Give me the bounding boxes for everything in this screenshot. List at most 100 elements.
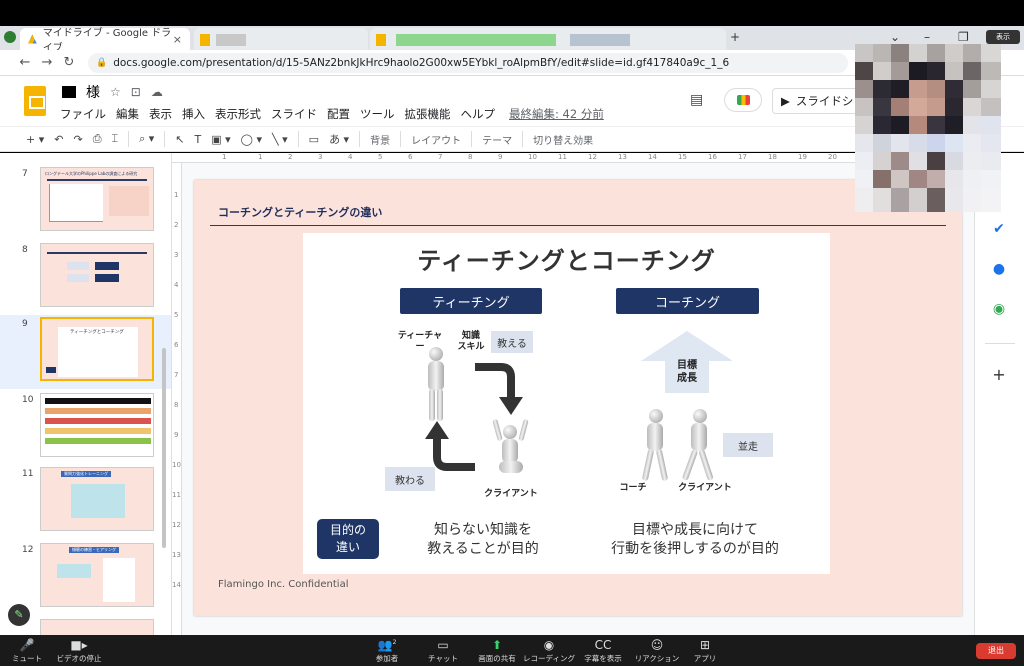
transition-button[interactable]: 切り替え効果 (533, 132, 593, 147)
menu-help[interactable]: ヘルプ (461, 106, 496, 122)
add-addon-icon[interactable]: + (989, 365, 1009, 384)
tab-close-icon[interactable]: × (173, 33, 182, 46)
filmstrip-slide-8[interactable]: 8 (0, 241, 171, 315)
video-camera-icon: ■▸ (70, 638, 88, 652)
move-folder-icon[interactable]: ⊡ (131, 85, 141, 99)
layout-button[interactable]: レイアウト (411, 132, 461, 147)
webcam-overlay[interactable] (855, 44, 1001, 212)
menu-tools[interactable]: ツール (360, 106, 395, 122)
star-icon[interactable]: ☆ (110, 85, 121, 99)
menu-file[interactable]: ファイル (60, 106, 106, 122)
meet-button[interactable] (724, 88, 762, 112)
slide-thumbnail[interactable] (40, 393, 154, 457)
pixel (855, 152, 873, 170)
document-title[interactable]: 様 ☆ ⊡ ☁ (62, 82, 163, 102)
pixel (891, 80, 909, 98)
present-icon: ▶ (781, 94, 790, 108)
teach-label: 教える (491, 331, 533, 353)
textbox-icon[interactable]: T (195, 133, 202, 146)
tasks-icon[interactable]: ✔ (989, 221, 1009, 237)
shape-icon[interactable]: ◯ ▾ (241, 133, 262, 146)
client-runner-figure (681, 409, 717, 483)
zoom-icon[interactable]: ⌕ ▾ (139, 132, 154, 146)
undo-icon[interactable]: ↶ (54, 133, 63, 146)
restore-icon[interactable]: ❐ (958, 30, 969, 44)
tab-redacted[interactable] (370, 28, 726, 50)
maps-icon[interactable]: ◉ (989, 301, 1009, 317)
select-icon[interactable]: ↖ (175, 133, 184, 146)
slide-thumbnail-selected[interactable]: ティーチングとコーチング (40, 317, 154, 381)
contacts-icon[interactable]: ● (989, 261, 1009, 277)
print-icon[interactable]: ⎙ (93, 132, 102, 146)
comment-history-icon[interactable]: ▤ (690, 92, 703, 108)
tab-redacted[interactable] (194, 28, 368, 50)
slide-thumbnail[interactable]: ロングテール大学のPhilippe Labの調査による研究 (40, 167, 154, 231)
url-input[interactable]: 🔒 docs.google.com/presentation/d/15-5ANz… (88, 52, 848, 73)
chevron-down-icon[interactable]: ⌄ (890, 30, 900, 44)
display-badge[interactable]: 表示 (986, 30, 1020, 44)
pixel (963, 44, 981, 62)
divider (471, 131, 473, 147)
horizontal-ruler[interactable]: 1 1 2 3 4 5 6 7 8 9 10 11 12 13 14 15 16… (172, 153, 974, 163)
client-figure (492, 418, 529, 483)
image-icon[interactable]: ▣ ▾ (211, 133, 230, 146)
filmstrip-scrollbar[interactable] (162, 348, 166, 548)
theme-button[interactable]: テーマ (482, 132, 512, 147)
line-icon[interactable]: ╲ ▾ (272, 133, 288, 146)
redo-icon[interactable]: ↷ (73, 133, 82, 146)
apps-button[interactable]: ⊞ アプリ (670, 638, 740, 664)
last-edit-link[interactable]: 最終編集: 42 分前 (509, 106, 604, 122)
menu-insert[interactable]: 挿入 (182, 106, 205, 122)
tab-google-drive[interactable]: マイドライブ - Google ドライブ × (20, 28, 190, 54)
thumbnail-title: 傾聴の練習・ヒアリング (69, 547, 119, 553)
paint-format-icon[interactable]: ⌶ (112, 132, 119, 146)
vertical-ruler[interactable]: 1 2 3 4 5 6 7 8 9 10 11 12 13 14 (172, 163, 182, 635)
menu-extensions[interactable]: 拡張機能 (405, 106, 451, 122)
background-button[interactable]: 背景 (370, 132, 390, 147)
current-slide[interactable]: コーチングとティーチングの違い ティーチングとコーチング ティーチング コーチン… (194, 180, 962, 616)
stop-video-button[interactable]: ■▸ ビデオの停止 (44, 638, 114, 664)
new-tab-button[interactable]: + (730, 30, 740, 44)
filmstrip-slide-11[interactable]: 11 質問力強化トレーニング (0, 465, 171, 539)
leave-button[interactable]: 退出 (976, 643, 1016, 659)
forward-icon[interactable]: → (36, 55, 58, 70)
comment-add-icon[interactable]: ▭ (309, 133, 319, 146)
slide-number: 12 (22, 545, 34, 555)
menu-slide[interactable]: スライド (271, 106, 317, 122)
menu-arrange[interactable]: 配置 (327, 106, 350, 122)
ruler-tick: 9 (174, 431, 179, 439)
slide-heading[interactable]: コーチングとティーチングの違い (218, 204, 382, 220)
annotate-pen-icon[interactable]: ✎ (8, 604, 30, 626)
slideshow-label: スライドシ (795, 94, 854, 108)
pixel (855, 44, 873, 62)
new-slide-icon[interactable]: + ▾ (26, 133, 44, 146)
back-icon[interactable]: ← (14, 55, 36, 70)
slide-thumbnail[interactable]: 傾聴の練習・ヒアリング (40, 543, 154, 607)
thumbnail-box (57, 564, 91, 578)
figure-legs (499, 461, 523, 473)
slide-thumbnail[interactable] (40, 619, 154, 635)
filmstrip-slide-9[interactable]: 9 ティーチングとコーチング (0, 315, 171, 389)
reload-icon[interactable]: ↻ (58, 55, 80, 70)
slide-image[interactable]: ティーチングとコーチング ティーチング コーチング ティーチャー 知識 スキル … (303, 233, 830, 574)
slide-filmstrip[interactable]: 7 ロングテール大学のPhilippe Labの調査による研究 8 9 ティーチ… (0, 153, 172, 635)
slide-thumbnail[interactable]: 質問力強化トレーニング (40, 467, 154, 531)
slides-logo-icon[interactable] (24, 86, 46, 116)
ruler-tick: 2 (174, 221, 179, 229)
menu-view[interactable]: 表示 (149, 106, 172, 122)
slide-thumbnail[interactable] (40, 243, 154, 307)
cloud-status-icon[interactable]: ☁ (151, 85, 163, 99)
filmstrip-slide-12[interactable]: 12 傾聴の練習・ヒアリング (0, 541, 171, 615)
ruler-tick: 8 (174, 401, 179, 409)
menu-bar: ファイル 編集 表示 挿入 表示形式 スライド 配置 ツール 拡張機能 ヘルプ … (60, 106, 604, 122)
minimize-icon[interactable]: – (924, 30, 930, 44)
client-label-left: クライアント (484, 489, 538, 499)
filmstrip-slide-7[interactable]: 7 ロングテール大学のPhilippe Labの調査による研究 (0, 165, 171, 239)
ruler-tick: 10 (172, 461, 181, 469)
filmstrip-slide-10[interactable]: 10 (0, 391, 171, 465)
menu-edit[interactable]: 編集 (116, 106, 139, 122)
pixel (891, 62, 909, 80)
menu-format[interactable]: 表示形式 (215, 106, 261, 122)
input-tools-icon[interactable]: あ ▾ (329, 131, 349, 147)
pixel (855, 188, 873, 212)
